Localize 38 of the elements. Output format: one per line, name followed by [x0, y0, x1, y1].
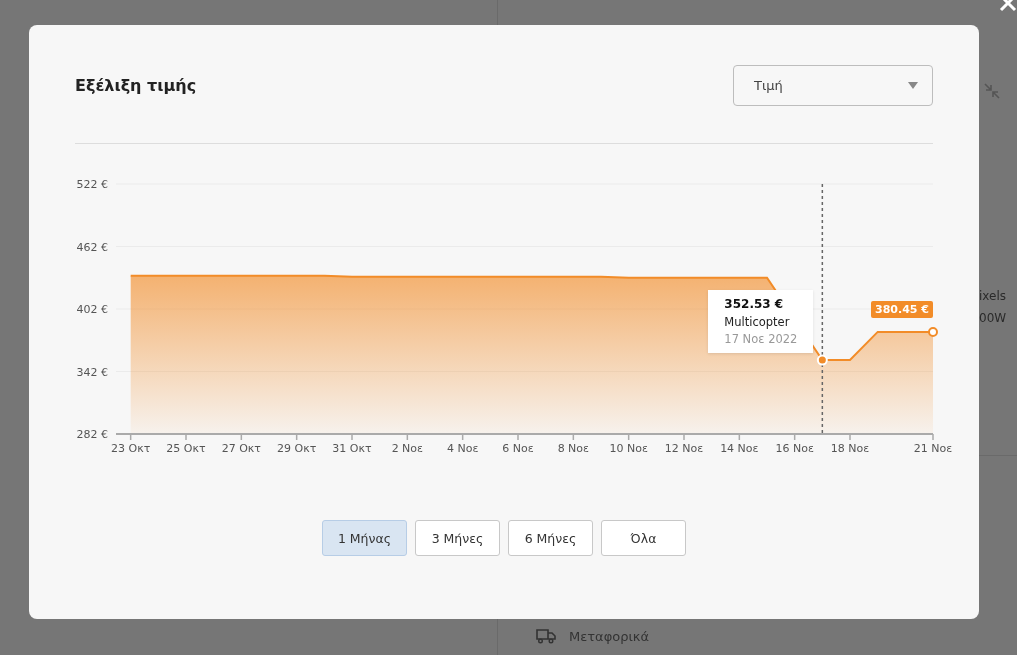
x-axis-label: 8 Νοε	[557, 442, 590, 455]
x-axis-label: 29 Οκτ	[277, 442, 317, 455]
tooltip-date: 17 Νοε 2022	[724, 332, 798, 347]
data-point	[816, 354, 828, 366]
y-axis-label: 522 €	[76, 178, 108, 191]
y-axis-label: 402 €	[76, 303, 108, 316]
tooltip-label: Multicopter	[724, 315, 791, 330]
dropdown-caret-icon	[908, 82, 918, 89]
x-axis-label: 16 Νοε	[775, 442, 814, 455]
x-axis-label: 6 Νοε	[502, 442, 534, 455]
shipping-label: Μεταφορικά	[569, 629, 650, 644]
metric-dropdown[interactable]: Τιμή	[733, 65, 933, 106]
x-axis-label: 21 Νοε	[913, 442, 953, 455]
modal-title: Εξέλιξη τιμής	[75, 76, 197, 95]
y-axis-label: 342 €	[76, 365, 108, 379]
x-axis-label: 31 Οκτ	[332, 442, 372, 455]
y-axis-label: 282 €	[76, 428, 108, 441]
x-axis-label: 18 Νοε	[830, 442, 870, 455]
end-point-marker	[928, 326, 938, 337]
range-button[interactable]: 3 Μήνες	[415, 520, 500, 556]
background-text: 00W	[979, 311, 1007, 325]
tooltip-price: 352.53 €	[724, 297, 785, 312]
x-axis-label: 10 Νοε	[609, 442, 648, 455]
y-axis-label: 462 €	[76, 240, 108, 254]
x-axis-label: 4 Νοε	[446, 442, 479, 455]
range-button[interactable]: Όλα	[601, 520, 686, 556]
x-axis-label: 27 Οκτ	[221, 442, 261, 455]
range-button[interactable]: 1 Μήνας	[322, 520, 407, 556]
x-axis-label: 14 Νοε	[720, 442, 759, 455]
x-axis-label: 12 Νοε	[664, 442, 704, 455]
background-text: ixels	[979, 289, 1007, 303]
range-button[interactable]: 6 Μήνες	[508, 520, 593, 556]
truck-icon	[536, 628, 556, 644]
x-axis-label: 25 Οκτ	[166, 442, 206, 455]
close-icon[interactable]	[999, 0, 1017, 14]
price-badge: 380.45 €	[871, 300, 933, 318]
x-axis-label: 23 Οκτ	[111, 442, 151, 455]
x-axis-label: 2 Νοε	[391, 442, 424, 455]
